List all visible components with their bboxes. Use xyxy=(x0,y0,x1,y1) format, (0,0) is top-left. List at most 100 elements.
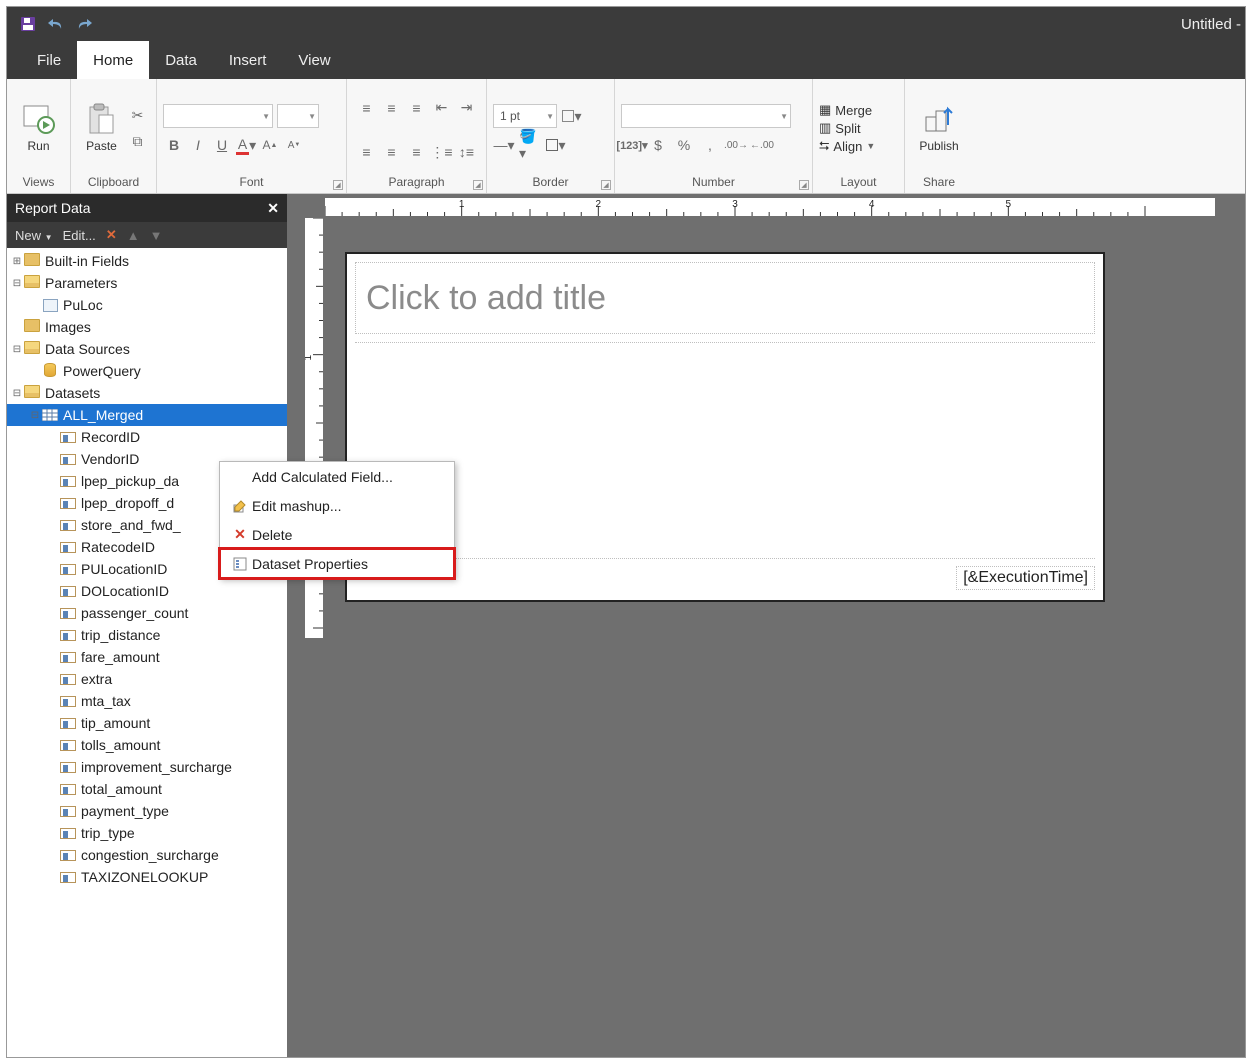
tree-node-label: RatecodeID xyxy=(81,539,155,555)
tab-insert[interactable]: Insert xyxy=(213,41,283,79)
shrink-font-button[interactable]: A▼ xyxy=(283,134,305,156)
tree-node-built-in-fields[interactable]: ⊞ Built-in Fields xyxy=(7,250,287,272)
tree-node-all-merged[interactable]: ⊟ALL_Merged xyxy=(7,404,287,426)
tree-node-payment-type[interactable]: payment_type xyxy=(7,800,287,822)
font-dialog-launcher[interactable]: ◢ xyxy=(333,180,343,190)
border-style-icon[interactable]: —▾ xyxy=(493,134,515,156)
svg-text:5: 5 xyxy=(1006,199,1012,210)
expander-icon[interactable]: ⊞ xyxy=(11,256,23,267)
title-placeholder[interactable]: Click to add title xyxy=(355,262,1095,334)
tree-node-trip-type[interactable]: trip_type xyxy=(7,822,287,844)
merge-button[interactable]: ▦ Merge xyxy=(819,102,872,118)
design-canvas[interactable]: 12345 1 Click to add title [&ExecutionTi… xyxy=(287,194,1245,1057)
tree-node-extra[interactable]: extra xyxy=(7,668,287,690)
borders-icon[interactable]: ▾ xyxy=(545,134,567,156)
tab-home[interactable]: Home xyxy=(77,41,149,79)
tree-node-taxizonelookup[interactable]: TAXIZONELOOKUP xyxy=(7,866,287,888)
expander-icon[interactable]: ⊟ xyxy=(11,388,23,399)
tree-node-improvement-surcharge[interactable]: improvement_surcharge xyxy=(7,756,287,778)
tree-node-recordid[interactable]: RecordID xyxy=(7,426,287,448)
currency-icon[interactable]: $ xyxy=(647,134,669,156)
panel-edit-button[interactable]: Edit... xyxy=(63,228,96,243)
line-spacing-icon[interactable]: ↕≡ xyxy=(456,141,478,163)
align-left-icon[interactable]: ≡ xyxy=(356,97,378,119)
tree-node-puloc[interactable]: PuLoc xyxy=(7,294,287,316)
ctx-add-calculated-field-[interactable]: Add Calculated Field... xyxy=(220,462,454,491)
paste-button[interactable]: Paste xyxy=(79,103,125,153)
tree-node-data-sources[interactable]: ⊟Data Sources xyxy=(7,338,287,360)
ctx-dataset-properties[interactable]: Dataset Properties xyxy=(220,549,454,578)
font-name-combo[interactable]: ▼ xyxy=(163,104,273,128)
comma-icon[interactable]: , xyxy=(699,134,721,156)
border-dialog-launcher[interactable]: ◢ xyxy=(601,180,611,190)
publish-button[interactable]: Publish xyxy=(916,103,962,153)
copy-icon[interactable]: ⧉ xyxy=(127,130,149,152)
tab-data[interactable]: Data xyxy=(149,41,213,79)
number-dialog-launcher[interactable]: ◢ xyxy=(799,180,809,190)
ctx-edit-mashup-[interactable]: Edit mashup... xyxy=(220,491,454,520)
report-page[interactable]: Click to add title [&ExecutionTime] xyxy=(345,252,1105,602)
panel-delete-icon[interactable]: ✕ xyxy=(106,227,117,243)
split-button[interactable]: ▥ Split xyxy=(819,120,861,136)
increase-decimal-icon[interactable]: .00→ xyxy=(725,134,747,156)
tree-node-trip-distance[interactable]: trip_distance xyxy=(7,624,287,646)
panel-moveup-icon[interactable]: ▲ xyxy=(127,228,140,243)
tree-node-total-amount[interactable]: total_amount xyxy=(7,778,287,800)
align-bottom-icon[interactable]: ≡ xyxy=(406,141,428,163)
tree-node-fare-amount[interactable]: fare_amount xyxy=(7,646,287,668)
indent-increase-icon[interactable]: ⇥ xyxy=(456,97,478,119)
border-weight-combo[interactable]: 1 pt▼ xyxy=(493,104,557,128)
border-color-icon[interactable]: ▾ xyxy=(561,105,583,127)
panel-new-menu[interactable]: New ▼ xyxy=(15,228,53,243)
expander-icon[interactable]: ⊟ xyxy=(11,344,23,355)
indent-decrease-icon[interactable]: ⇤ xyxy=(431,97,453,119)
tree-node-label: VendorID xyxy=(81,451,139,467)
tree-node-label: store_and_fwd_ xyxy=(81,517,181,533)
report-data-tree[interactable]: ⊞Built-in Fields⊟ParametersPuLocImages⊟D… xyxy=(7,248,287,1057)
underline-button[interactable]: U xyxy=(211,134,233,156)
align-middle-icon[interactable]: ≡ xyxy=(381,141,403,163)
font-color-button[interactable]: A▾ xyxy=(235,134,257,156)
percent-icon[interactable]: % xyxy=(673,134,695,156)
tree-node-label: Built-in Fields xyxy=(45,253,129,269)
paragraph-dialog-launcher[interactable]: ◢ xyxy=(473,180,483,190)
run-button[interactable]: Run xyxy=(16,103,62,153)
align-center-icon[interactable]: ≡ xyxy=(381,97,403,119)
bullets-icon[interactable]: ⋮≡ xyxy=(431,141,453,163)
placeholder-icon[interactable]: [123]▾ xyxy=(621,134,643,156)
tree-node-datasets[interactable]: ⊟Datasets xyxy=(7,382,287,404)
tree-node-powerquery[interactable]: PowerQuery xyxy=(7,360,287,382)
tab-view[interactable]: View xyxy=(282,41,346,79)
undo-icon[interactable] xyxy=(45,13,67,35)
tab-file[interactable]: File xyxy=(21,41,77,79)
close-panel-icon[interactable]: ✕ xyxy=(267,200,279,217)
fill-color-icon[interactable]: 🪣▾ xyxy=(519,134,541,156)
tree-node-label: TAXIZONELOOKUP xyxy=(81,869,208,885)
italic-button[interactable]: I xyxy=(187,134,209,156)
bold-button[interactable]: B xyxy=(163,134,185,156)
panel-movedown-icon[interactable]: ▼ xyxy=(150,228,163,243)
decrease-decimal-icon[interactable]: ←.00 xyxy=(751,134,773,156)
save-icon[interactable] xyxy=(17,13,39,35)
redo-icon[interactable] xyxy=(73,13,95,35)
tree-node-dolocationid[interactable]: DOLocationID xyxy=(7,580,287,602)
execution-time-field[interactable]: [&ExecutionTime] xyxy=(956,566,1095,590)
page-footer[interactable]: [&ExecutionTime] xyxy=(355,558,1095,590)
expander-icon[interactable]: ⊟ xyxy=(11,278,23,289)
tree-node-tip-amount[interactable]: tip_amount xyxy=(7,712,287,734)
number-format-combo[interactable]: ▼ xyxy=(621,104,791,128)
tree-node-congestion-surcharge[interactable]: congestion_surcharge xyxy=(7,844,287,866)
grow-font-button[interactable]: A▲ xyxy=(259,134,281,156)
align-right-icon[interactable]: ≡ xyxy=(406,97,428,119)
tree-node-passenger-count[interactable]: passenger_count xyxy=(7,602,287,624)
tree-node-tolls-amount[interactable]: tolls_amount xyxy=(7,734,287,756)
font-size-combo[interactable]: ▼ xyxy=(277,104,319,128)
tree-node-mta-tax[interactable]: mta_tax xyxy=(7,690,287,712)
align-top-icon[interactable]: ≡ xyxy=(356,141,378,163)
align-button[interactable]: ⮀ Align ▼ xyxy=(819,138,875,154)
expander-icon[interactable]: ⊟ xyxy=(29,410,41,421)
tree-node-parameters[interactable]: ⊟Parameters xyxy=(7,272,287,294)
ctx-delete[interactable]: ✕Delete xyxy=(220,520,454,549)
tree-node-images[interactable]: Images xyxy=(7,316,287,338)
cut-icon[interactable]: ✂ xyxy=(127,104,149,126)
